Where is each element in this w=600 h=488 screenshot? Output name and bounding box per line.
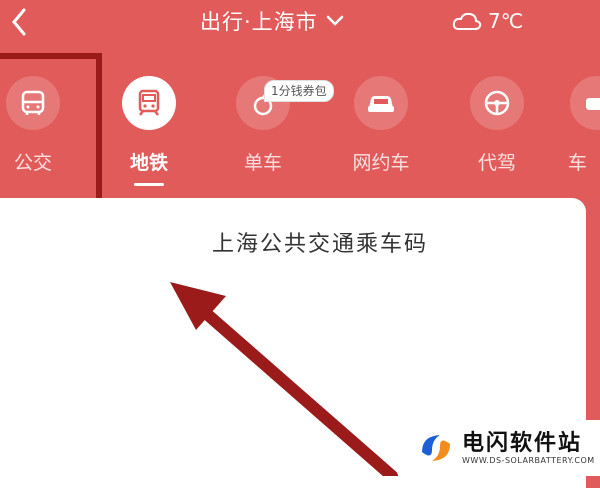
mode-metro-circle bbox=[122, 76, 176, 130]
watermark: 电闪软件站 WWW.DS-SOLARBATTERY.COM bbox=[408, 420, 600, 476]
card-title: 上海公共交通乘车码 bbox=[211, 232, 428, 257]
back-button[interactable] bbox=[6, 6, 32, 38]
metro-icon bbox=[138, 89, 160, 116]
mode-label: 车 bbox=[568, 152, 588, 174]
mode-metro[interactable]: 地铁 bbox=[104, 76, 194, 186]
mode-more[interactable]: 车 bbox=[546, 76, 600, 175]
mode-label: 地铁 bbox=[129, 152, 168, 174]
mode-more-circle bbox=[570, 76, 600, 130]
mode-label: 单车 bbox=[243, 152, 282, 174]
coupon-badge[interactable]: 1分钱券包 bbox=[264, 80, 334, 102]
mode-label: 代驾 bbox=[477, 152, 516, 174]
mode-label: 网约车 bbox=[352, 152, 410, 174]
car-icon bbox=[586, 98, 600, 110]
chevron-down-icon bbox=[326, 15, 343, 26]
watermark-logo-icon bbox=[422, 435, 450, 461]
back-arrow-icon bbox=[12, 8, 26, 36]
weather[interactable]: 7℃ bbox=[452, 6, 523, 36]
active-tab-indicator bbox=[134, 183, 164, 186]
top-bar: 出行·上海市 7℃ bbox=[0, 0, 600, 48]
mode-driver-circle bbox=[470, 76, 524, 130]
city-selector[interactable]: 出行·上海市 bbox=[200, 6, 344, 36]
watermark-url: WWW.DS-SOLARBATTERY.COM bbox=[462, 455, 595, 465]
cloud-icon bbox=[452, 12, 482, 30]
steering-wheel-icon bbox=[484, 90, 510, 116]
car-icon bbox=[368, 96, 394, 112]
page-title: 出行·上海市 bbox=[200, 10, 318, 34]
weather-temp: 7℃ bbox=[488, 9, 524, 33]
watermark-name: 电闪软件站 bbox=[462, 430, 583, 456]
mode-driver[interactable]: 代驾 bbox=[452, 76, 542, 175]
mode-ridehail-circle bbox=[354, 76, 408, 130]
mode-ridehail[interactable]: 网约车 bbox=[336, 76, 426, 175]
